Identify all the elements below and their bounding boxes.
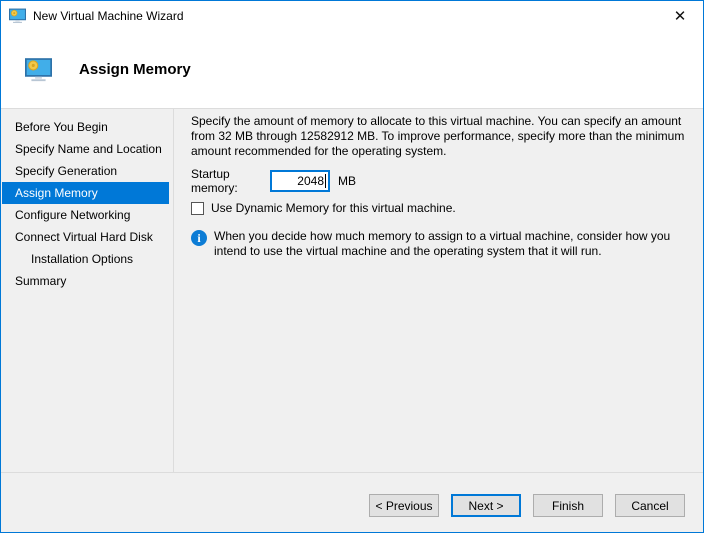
page-title: Assign Memory	[79, 61, 191, 78]
cancel-button[interactable]: Cancel	[615, 494, 685, 517]
startup-memory-label: Startup memory:	[191, 166, 238, 195]
info-icon: i	[191, 230, 207, 246]
close-button[interactable]: ✕	[657, 1, 703, 31]
next-button[interactable]: Next >	[451, 494, 521, 517]
wizard-window: New Virtual Machine Wizard ✕ Assign Memo…	[0, 0, 704, 533]
dynamic-memory-row: Use Dynamic Memory for this virtual mach…	[191, 201, 699, 215]
wizard-steps-sidebar: Before You Begin Specify Name and Locatio…	[1, 109, 174, 472]
startup-memory-input[interactable]	[270, 169, 330, 192]
startup-memory-row: Startup memory: MB	[191, 166, 699, 195]
titlebar: New Virtual Machine Wizard ✕	[1, 1, 703, 31]
footer-button-bar: < Previous Next > Finish Cancel	[1, 472, 703, 532]
sidebar-item-installation-options[interactable]: Installation Options	[2, 248, 169, 270]
sidebar-item-summary[interactable]: Summary	[2, 270, 169, 292]
text-cursor	[325, 173, 326, 188]
content-pane: Specify the amount of memory to allocate…	[174, 109, 703, 472]
finish-button[interactable]: Finish	[533, 494, 603, 517]
startup-memory-input-wrap	[270, 169, 330, 192]
sidebar-item-configure-networking[interactable]: Configure Networking	[2, 204, 169, 226]
dynamic-memory-label: Use Dynamic Memory for this virtual mach…	[211, 201, 456, 215]
memory-unit-label: MB	[338, 173, 356, 188]
main-area: Before You Begin Specify Name and Locatio…	[1, 108, 703, 472]
sidebar-item-specify-name-and-location[interactable]: Specify Name and Location	[2, 138, 169, 160]
info-note-row: i When you decide how much memory to ass…	[191, 229, 699, 259]
sidebar-item-connect-virtual-hard-disk[interactable]: Connect Virtual Hard Disk	[2, 226, 169, 248]
dynamic-memory-checkbox[interactable]	[191, 201, 204, 215]
sidebar-item-assign-memory[interactable]: Assign Memory	[2, 182, 169, 204]
sidebar-item-specify-generation[interactable]: Specify Generation	[2, 160, 169, 182]
vm-monitor-icon	[9, 8, 26, 24]
previous-button[interactable]: < Previous	[369, 494, 439, 517]
info-note-text: When you decide how much memory to assig…	[214, 229, 671, 258]
page-header: Assign Memory	[1, 31, 703, 108]
memory-description: Specify the amount of memory to allocate…	[191, 114, 685, 158]
sidebar-item-before-you-begin[interactable]: Before You Begin	[2, 116, 169, 138]
vm-monitor-icon-large	[25, 57, 52, 81]
window-title: New Virtual Machine Wizard	[33, 9, 184, 23]
